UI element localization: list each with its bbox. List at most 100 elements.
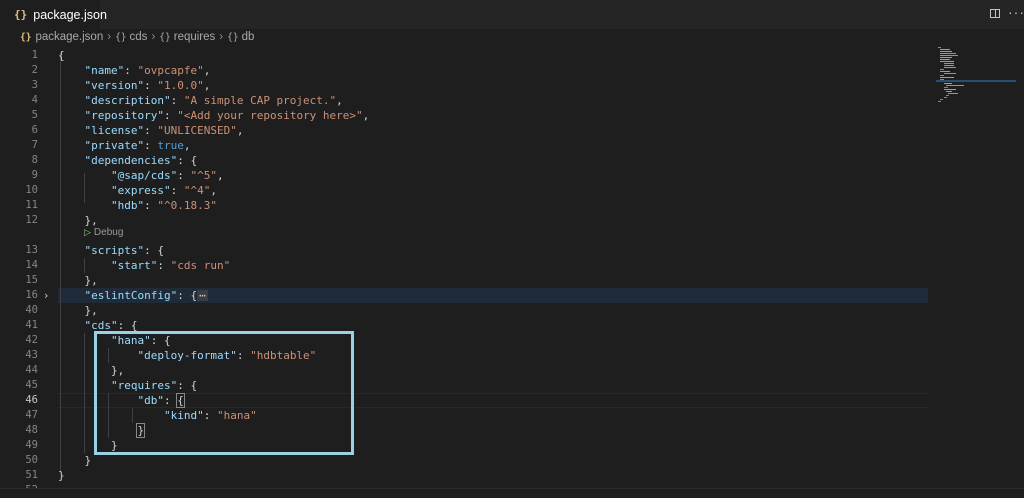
punctuation <box>58 199 111 212</box>
line-number: 1 <box>31 49 38 61</box>
vertical-scrollbar[interactable] <box>1016 45 1024 485</box>
code-line: "license": "UNLICENSED", <box>58 123 244 138</box>
line-number: 12 <box>25 214 38 226</box>
line-number: 42 <box>25 334 38 346</box>
punctuation: }, <box>58 304 98 317</box>
punctuation: , <box>210 184 217 197</box>
punctuation <box>58 154 85 167</box>
json-key: "start" <box>110 259 158 272</box>
breadcrumb: {} package.json › {} cds › {} requires ›… <box>0 29 1024 45</box>
line-number: 4 <box>31 94 38 106</box>
minimap-line <box>944 89 956 90</box>
json-file-icon: {} <box>20 31 32 43</box>
punctuation: : <box>170 94 184 107</box>
json-string: "1.0.0" <box>157 79 204 92</box>
fold-expand-chevron-icon[interactable]: › <box>44 288 54 303</box>
code-line: "repository": "<Add your repository here… <box>58 108 370 123</box>
punctuation <box>58 124 85 137</box>
line-number: 14 <box>25 259 38 271</box>
code-line: }, <box>58 273 97 288</box>
minimap-line <box>940 57 952 58</box>
code-editor[interactable]: › ▷ Debug 1{2 "name": "ovpcapfe", 3 "versi… <box>0 45 1024 497</box>
line-number: 49 <box>25 439 38 451</box>
line-number: 5 <box>31 109 38 121</box>
minimap-line <box>946 95 949 96</box>
json-key: "express" <box>110 184 171 197</box>
punctuation <box>58 184 111 197</box>
more-actions-icon[interactable]: ··· <box>1008 4 1024 20</box>
punctuation: : <box>144 199 158 212</box>
folded-ellipsis[interactable]: ⋯ <box>197 290 208 301</box>
breadcrumb-file[interactable]: package.json <box>35 31 103 43</box>
punctuation: : { <box>177 289 198 302</box>
minimap-line <box>940 69 944 70</box>
tab-bar: {} package.json ··· <box>0 0 1024 29</box>
code-line: } <box>58 468 65 483</box>
code-line: }, <box>58 303 98 318</box>
punctuation <box>58 64 85 77</box>
minimap-line <box>944 97 947 98</box>
line-number: 40 <box>25 304 38 316</box>
minimap-line <box>940 61 954 62</box>
json-string: "ovpcapfe" <box>137 64 204 77</box>
split-editor-icon[interactable] <box>990 9 1000 18</box>
minimap-line <box>944 67 956 68</box>
breadcrumb-segment-db[interactable]: db <box>242 31 255 43</box>
minimap-line <box>940 77 954 78</box>
minimap-line <box>946 85 964 86</box>
line-number: 6 <box>31 124 38 136</box>
code-line: "version": "1.0.0", <box>58 78 211 93</box>
json-key: "version" <box>84 79 145 92</box>
minimap-line <box>940 53 956 54</box>
line-number: 8 <box>31 154 38 166</box>
json-boolean: true <box>157 139 184 152</box>
code-line: "name": "ovpcapfe", <box>58 63 211 78</box>
minimap-line <box>940 75 944 76</box>
punctuation: , <box>203 79 211 92</box>
code-line: }, <box>58 213 97 228</box>
json-string: "<Add your repository here>" <box>177 109 363 122</box>
punctuation: } <box>58 469 65 482</box>
punctuation <box>58 109 85 122</box>
line-number: 46 <box>25 394 38 406</box>
json-key: "eslintConfig" <box>84 289 178 302</box>
code-line: "eslintConfig": {⋯ <box>58 288 208 303</box>
code-line: "dependencies": { <box>58 153 198 168</box>
code-line: { <box>58 48 65 63</box>
json-key: "name" <box>84 64 125 77</box>
minimap-line <box>940 49 950 50</box>
punctuation <box>58 244 85 257</box>
json-key: "@sap/cds" <box>110 169 178 182</box>
minimap-line <box>948 93 958 94</box>
punctuation <box>58 169 111 182</box>
json-string: "UNLICENSED" <box>157 124 237 137</box>
chevron-right-icon: › <box>107 31 112 43</box>
line-number: 3 <box>31 79 38 91</box>
punctuation: : <box>144 124 158 137</box>
minimap-line <box>940 55 958 56</box>
json-string: "cds run" <box>170 259 231 272</box>
line-number: 51 <box>25 469 38 481</box>
punctuation: , <box>336 94 343 107</box>
breadcrumb-segment-requires[interactable]: requires <box>174 31 216 43</box>
json-key: "private" <box>84 139 145 152</box>
line-number: 45 <box>25 379 38 391</box>
minimap-line <box>938 101 941 102</box>
code-line: "start": "cds run" <box>58 258 230 273</box>
minimap-line <box>944 83 952 84</box>
punctuation <box>58 139 85 152</box>
minimap-line <box>944 87 948 88</box>
minimap[interactable] <box>932 45 1022 105</box>
code-line: "private": true, <box>58 138 191 153</box>
minimap-slider[interactable] <box>936 80 1024 82</box>
line-number: 48 <box>25 424 38 436</box>
breadcrumb-segment-cds[interactable]: cds <box>130 31 148 43</box>
line-number: 9 <box>31 169 38 181</box>
punctuation <box>58 319 85 332</box>
line-number: 47 <box>25 409 38 421</box>
tab-package-json[interactable]: {} package.json <box>0 0 107 29</box>
json-string: "A simple CAP project." <box>183 94 337 107</box>
punctuation: : <box>177 169 191 182</box>
play-icon: ▷ <box>84 227 91 237</box>
punctuation: : <box>144 139 158 152</box>
